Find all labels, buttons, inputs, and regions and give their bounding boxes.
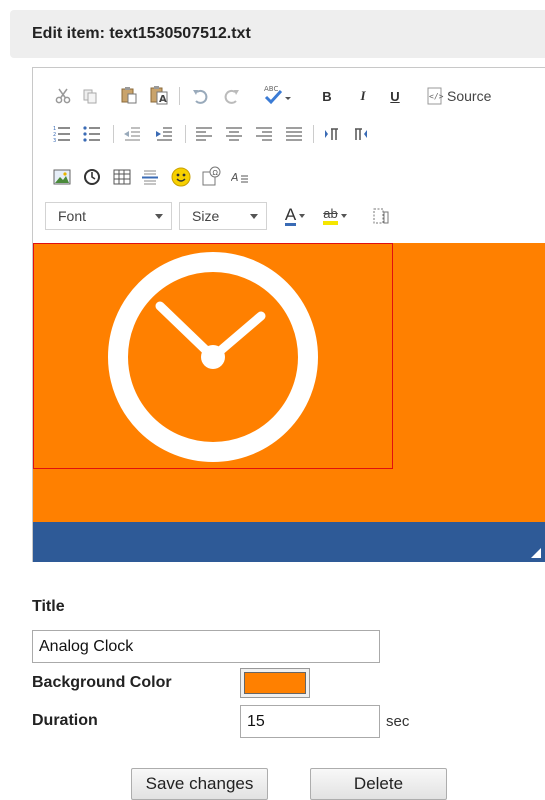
outdent-icon[interactable] (121, 123, 143, 145)
save-button[interactable]: Save changes (131, 768, 268, 800)
svg-text:ABC: ABC (264, 85, 278, 93)
duration-input[interactable]: 15 (240, 705, 380, 738)
image-icon[interactable] (51, 166, 73, 188)
ltr-icon[interactable] (321, 123, 343, 145)
source-label: Source (447, 88, 492, 104)
rtl-icon[interactable] (349, 123, 371, 145)
svg-text:</>: </> (429, 92, 444, 101)
text-color-glyph: A (284, 204, 297, 226)
align-right-icon[interactable] (253, 123, 275, 145)
numbered-list-icon[interactable]: 123 (51, 123, 73, 145)
duration-unit: sec (386, 713, 410, 730)
clock-icon[interactable] (81, 166, 103, 188)
bold-icon[interactable]: B (317, 85, 337, 107)
undo-icon[interactable] (189, 85, 211, 107)
bulleted-list-icon[interactable] (81, 123, 103, 145)
underline-icon[interactable]: U (385, 85, 405, 107)
special-char-icon[interactable]: Ω (199, 164, 223, 188)
cut-icon[interactable] (53, 86, 73, 106)
indent-icon[interactable] (153, 123, 175, 145)
editor-toolbar: A ABC B I U </> Source 123 Ω A Font Size… (33, 68, 545, 243)
rich-text-editor: A ABC B I U </> Source 123 Ω A Font Size… (32, 67, 545, 562)
italic-icon[interactable]: I (353, 85, 373, 107)
edit-item-header: Edit item: text1530507512.txt (10, 10, 545, 58)
paste-icon[interactable] (118, 84, 140, 106)
table-icon[interactable] (111, 166, 133, 188)
chevron-down-icon (250, 214, 258, 219)
analog-clock-icon (108, 252, 318, 462)
duration-label: Duration (32, 712, 98, 729)
font-combo-label: Font (58, 208, 87, 224)
maximize-icon[interactable] (369, 204, 393, 228)
chevron-down-icon (155, 214, 163, 219)
resize-grip-icon[interactable] (531, 548, 541, 558)
justify-icon[interactable] (283, 123, 305, 145)
editor-content-area[interactable] (33, 243, 545, 522)
title-input[interactable]: Analog Clock (32, 630, 380, 663)
text-color-icon[interactable]: A (277, 203, 313, 229)
svg-text:Ω: Ω (213, 169, 219, 177)
background-color-swatch (244, 672, 306, 694)
delete-button[interactable]: Delete (310, 768, 447, 800)
align-center-icon[interactable] (223, 123, 245, 145)
analog-clock-image[interactable] (33, 243, 393, 469)
smiley-icon[interactable] (169, 165, 193, 189)
size-combo[interactable]: Size (179, 202, 267, 230)
background-color-label: Background Color (32, 674, 172, 691)
bg-color-icon[interactable]: ab (317, 203, 353, 229)
remove-format-icon[interactable]: A (229, 166, 251, 188)
font-combo[interactable]: Font (45, 202, 172, 230)
editor-statusbar (33, 522, 545, 562)
svg-text:3: 3 (53, 138, 56, 143)
redo-icon[interactable] (221, 85, 243, 107)
svg-text:A: A (159, 94, 167, 105)
page-title: Edit item: text1530507512.txt (32, 25, 251, 42)
size-combo-label: Size (192, 208, 220, 224)
align-left-icon[interactable] (193, 123, 215, 145)
copy-icon[interactable] (80, 86, 100, 106)
background-color-picker[interactable] (240, 668, 310, 698)
source-icon[interactable]: </> Source (425, 83, 509, 109)
svg-text:A: A (231, 171, 239, 184)
horizontal-line-icon[interactable] (139, 166, 161, 188)
paste-text-icon[interactable]: A (147, 83, 171, 107)
spellcheck-icon[interactable]: ABC (261, 82, 293, 108)
title-label: Title (32, 598, 65, 615)
bg-color-glyph: ab (323, 207, 338, 225)
